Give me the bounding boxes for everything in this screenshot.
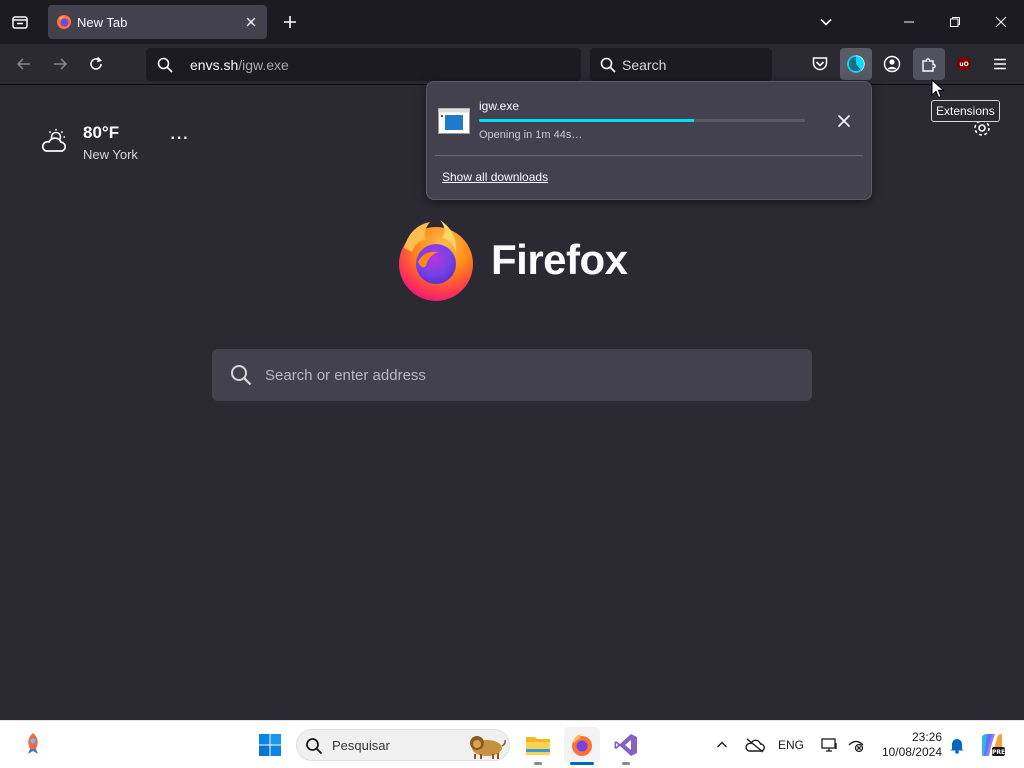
clock-date: 10/08/2024 [881,745,942,759]
weather-widget[interactable]: 80°F New York ··· [38,120,198,170]
newtab-search-box[interactable]: Search or enter address [212,349,812,401]
back-arrow-icon[interactable] [8,49,40,79]
firefox-brand: Firefox [396,218,636,302]
running-indicator [534,762,542,765]
search-icon [229,363,253,387]
active-indicator [570,762,594,765]
weather-temperature: 80°F [83,123,120,142]
svg-text:PRE: PRE [992,749,1005,756]
account-icon[interactable] [877,48,907,80]
weather-city: New York [83,147,138,162]
cancel-download-close-icon[interactable] [832,109,856,133]
tab-title: New Tab [77,15,128,30]
onedrive-offline-icon[interactable] [742,731,768,759]
search-icon [156,56,174,74]
firefox-favicon-icon [56,14,72,30]
firefox-logo-icon [396,218,478,302]
close-tab-icon[interactable] [241,12,261,32]
taskbar-search-box[interactable]: Pesquisar [296,729,510,761]
url-domain: envs.sh [190,57,239,73]
clock[interactable]: 23:26 10/08/2024 [874,730,942,760]
show-hidden-icons-chevron-icon[interactable] [710,731,734,759]
tab-strip: New Tab [0,0,1024,44]
widgets-rocket-icon[interactable] [18,729,48,761]
pocket-icon[interactable] [805,48,835,80]
downloads-panel: igw.exe Opening in 1m 44s… Show all down… [426,81,872,200]
show-all-downloads-button[interactable]: Show all downloads [442,170,548,184]
window-close-icon[interactable] [986,8,1016,36]
extensions-tooltip: Extensions [931,100,1000,122]
search-bar[interactable]: Search [590,48,772,81]
download-filename[interactable]: igw.exe [479,99,519,113]
extensions-puzzle-icon[interactable] [913,48,945,80]
new-tab-plus-icon[interactable] [276,8,304,36]
firefox-view-icon[interactable] [4,6,36,38]
download-progress-fill [479,119,695,122]
clock-time: 23:26 [911,730,942,744]
forward-arrow-icon[interactable] [44,49,76,79]
input-language[interactable]: ENG [778,738,804,752]
divider [435,155,863,156]
search-icon [599,56,617,74]
newtab-search-placeholder: Search or enter address [265,367,426,384]
restore-icon[interactable] [940,8,970,36]
svg-text:uO: uO [959,61,968,68]
visual-studio-icon[interactable] [610,729,642,761]
show-all-downloads-label: Show all downloads [442,170,549,184]
url-text[interactable]: envs.sh/igw.exe [190,57,289,73]
url-path: /igw.exe [238,57,289,73]
network-disconnected-icon[interactable] [844,731,868,759]
hamburger-menu-icon[interactable] [985,48,1015,80]
search-highlight-lion-icon [465,732,507,760]
windows-start-icon[interactable] [254,729,286,761]
search-bar-placeholder: Search [622,57,667,73]
nav-toolbar: envs.sh/igw.exe Search uO [0,44,1024,85]
notification-bell-icon[interactable] [946,731,968,759]
taskbar-search-placeholder: Pesquisar [332,738,390,753]
list-all-tabs-chevron-icon[interactable] [812,8,840,36]
downloads-progress-icon[interactable] [840,48,872,80]
taskbar-firefox-icon[interactable] [564,727,600,763]
tab-new-tab[interactable]: New Tab [48,5,267,39]
running-indicator [622,762,630,765]
windows-taskbar: Pesquisar ENG 23:26 10/08/2024 PRE [0,720,1024,768]
display-icon[interactable] [818,731,842,759]
download-progress-bar [479,119,805,122]
firefox-wordmark: Firefox [491,236,628,283]
weather-more-options-icon[interactable]: ··· [168,130,192,150]
reload-icon[interactable] [80,49,112,79]
exe-file-icon [438,108,470,134]
ublock-origin-icon[interactable]: uO [949,48,979,80]
mouse-cursor-icon [931,78,945,99]
minimize-icon[interactable] [894,8,924,36]
search-icon [305,737,323,755]
address-bar[interactable]: envs.sh/igw.exe [146,48,581,81]
cloudy-sun-icon [38,126,70,158]
file-explorer-icon[interactable] [522,729,554,761]
download-status: Opening in 1m 44s… [479,129,583,141]
copilot-pre-icon[interactable]: PRE [976,729,1008,761]
